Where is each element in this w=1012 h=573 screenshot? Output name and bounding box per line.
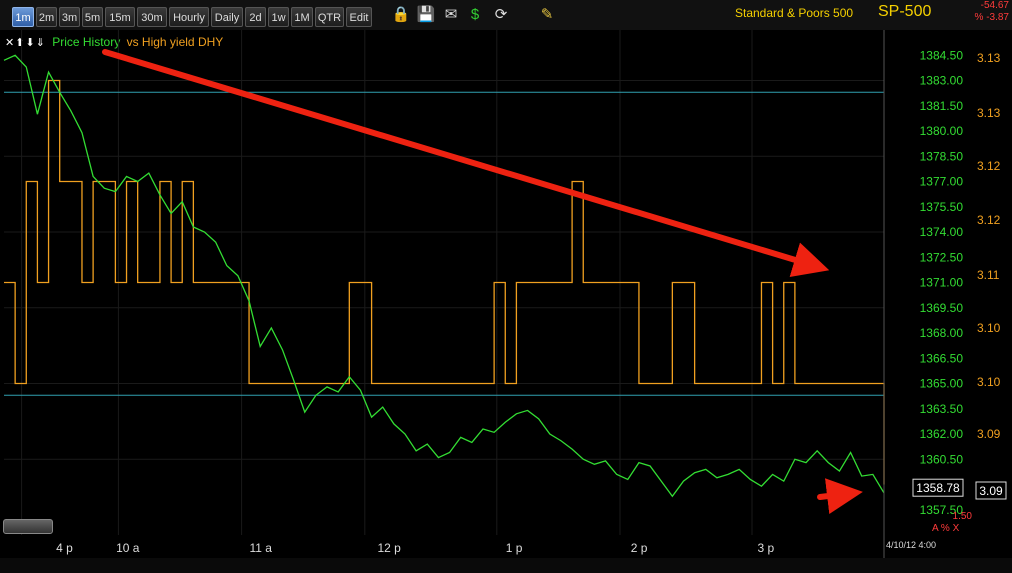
left-axis-tick-label: 1365.00 xyxy=(920,377,964,391)
right-axis-tick-label: 3.13 xyxy=(977,106,1001,120)
right-axis-tick-label: 3.12 xyxy=(977,159,1001,173)
left-axis-tick-label: 1378.50 xyxy=(920,149,964,163)
ticker-name: Standard & Poors 500 xyxy=(735,6,854,20)
left-axis-tick-label: 1369.50 xyxy=(920,301,964,315)
timeframe-1m-button[interactable]: 1M xyxy=(291,7,313,27)
x-axis-tick-label: 3 p xyxy=(757,541,774,555)
left-axis-tick-label: 1366.50 xyxy=(920,351,964,365)
left-axis-tick-label: 1380.00 xyxy=(920,124,964,138)
dollar-icon[interactable]: $ xyxy=(465,5,485,25)
refresh-icon[interactable]: ⟳ xyxy=(491,5,511,25)
timeframe-2d-button[interactable]: 2d xyxy=(245,7,266,27)
x-axis-tick-label: 10 a xyxy=(116,541,140,555)
zoom-value: 1.50 xyxy=(953,511,973,522)
timeframe-1w-button[interactable]: 1w xyxy=(268,7,289,27)
timeframe-3m-button[interactable]: 3m xyxy=(59,7,80,27)
right-axis-tick-label: 3.11 xyxy=(977,268,1000,282)
scroll-handle[interactable] xyxy=(3,519,53,534)
timestamp-label: 4/10/12 4:00 xyxy=(886,540,936,550)
timeframe-edit-button[interactable]: Edit xyxy=(346,7,372,27)
timeframe-1m-button[interactable]: 1m xyxy=(12,7,34,27)
right-axis-tick-label: 3.10 xyxy=(977,375,1001,389)
timeframe-qtr-button[interactable]: QTR xyxy=(315,7,344,27)
left-axis-tick-label: 1362.00 xyxy=(920,427,964,441)
change-absolute: -54.67 xyxy=(980,0,1009,11)
left-axis-tick-label: 1374.00 xyxy=(920,225,964,239)
timeframe-hourly-button[interactable]: Hourly xyxy=(169,7,209,27)
left-axis-tick-label: 1375.50 xyxy=(920,200,964,214)
last-price-label: 1358.78 xyxy=(916,481,960,495)
email-icon[interactable]: ✉ xyxy=(441,5,461,25)
timeframe-30m-button[interactable]: 30m xyxy=(137,7,167,27)
left-axis-tick-label: 1363.50 xyxy=(920,402,964,416)
zoom-controls[interactable]: A % X xyxy=(932,523,960,534)
left-axis-tick-label: 1377.00 xyxy=(920,175,964,189)
right-axis-tick-label: 3.13 xyxy=(977,51,1001,65)
left-axis-tick-label: 1371.00 xyxy=(920,276,964,290)
date-bar xyxy=(0,558,1012,573)
x-axis-tick-label: 2 p xyxy=(631,541,648,555)
right-axis-tick-label: 3.10 xyxy=(977,321,1001,335)
left-axis-tick-label: 1381.50 xyxy=(920,99,964,113)
trend-arrow-annotation xyxy=(102,49,830,278)
toolbar: 1m 2m 3m 5m 15m 30m Hourly Daily 2d 1w 1M QTR Edit 🔒 💾… xyxy=(0,0,1012,30)
lock-icon[interactable]: 🔒 xyxy=(391,5,411,25)
left-axis-tick-label: 1384.50 xyxy=(920,48,964,62)
change-percent: % -3.87 xyxy=(974,12,1009,23)
pencil-icon[interactable]: ✎ xyxy=(537,5,557,25)
ticker-symbol[interactable]: SP-500 xyxy=(878,3,931,21)
timeframe-daily-button[interactable]: Daily xyxy=(211,7,243,27)
price-chart[interactable]: 1384.50 1383.00 1381.50 1380.00 1378.50 1377.… xyxy=(0,30,1012,573)
x-axis-tick-label: 11 a xyxy=(249,541,272,555)
left-axis-tick-label: 1368.00 xyxy=(920,326,964,340)
save-icon[interactable]: 💾 xyxy=(416,5,436,25)
timeframe-15m-button[interactable]: 15m xyxy=(105,7,135,27)
x-axis-tick-label: 4 p xyxy=(56,541,73,555)
right-axis-tick-label: 3.12 xyxy=(977,213,1001,227)
right-axis-tick-label: 3.09 xyxy=(977,427,1001,441)
x-axis-tick-label: 1 p xyxy=(506,541,523,555)
timeframe-5m-button[interactable]: 5m xyxy=(82,7,103,27)
last-compare-label: 3.09 xyxy=(979,484,1003,498)
x-axis-tick-label: 12 p xyxy=(377,541,401,555)
left-axis-tick-label: 1372.50 xyxy=(920,250,964,264)
left-axis-tick-label: 1383.00 xyxy=(920,74,964,88)
divergence-arrow-annotation xyxy=(817,478,863,515)
left-axis-tick-label: 1360.50 xyxy=(920,452,964,466)
timeframe-2m-button[interactable]: 2m xyxy=(36,7,57,27)
